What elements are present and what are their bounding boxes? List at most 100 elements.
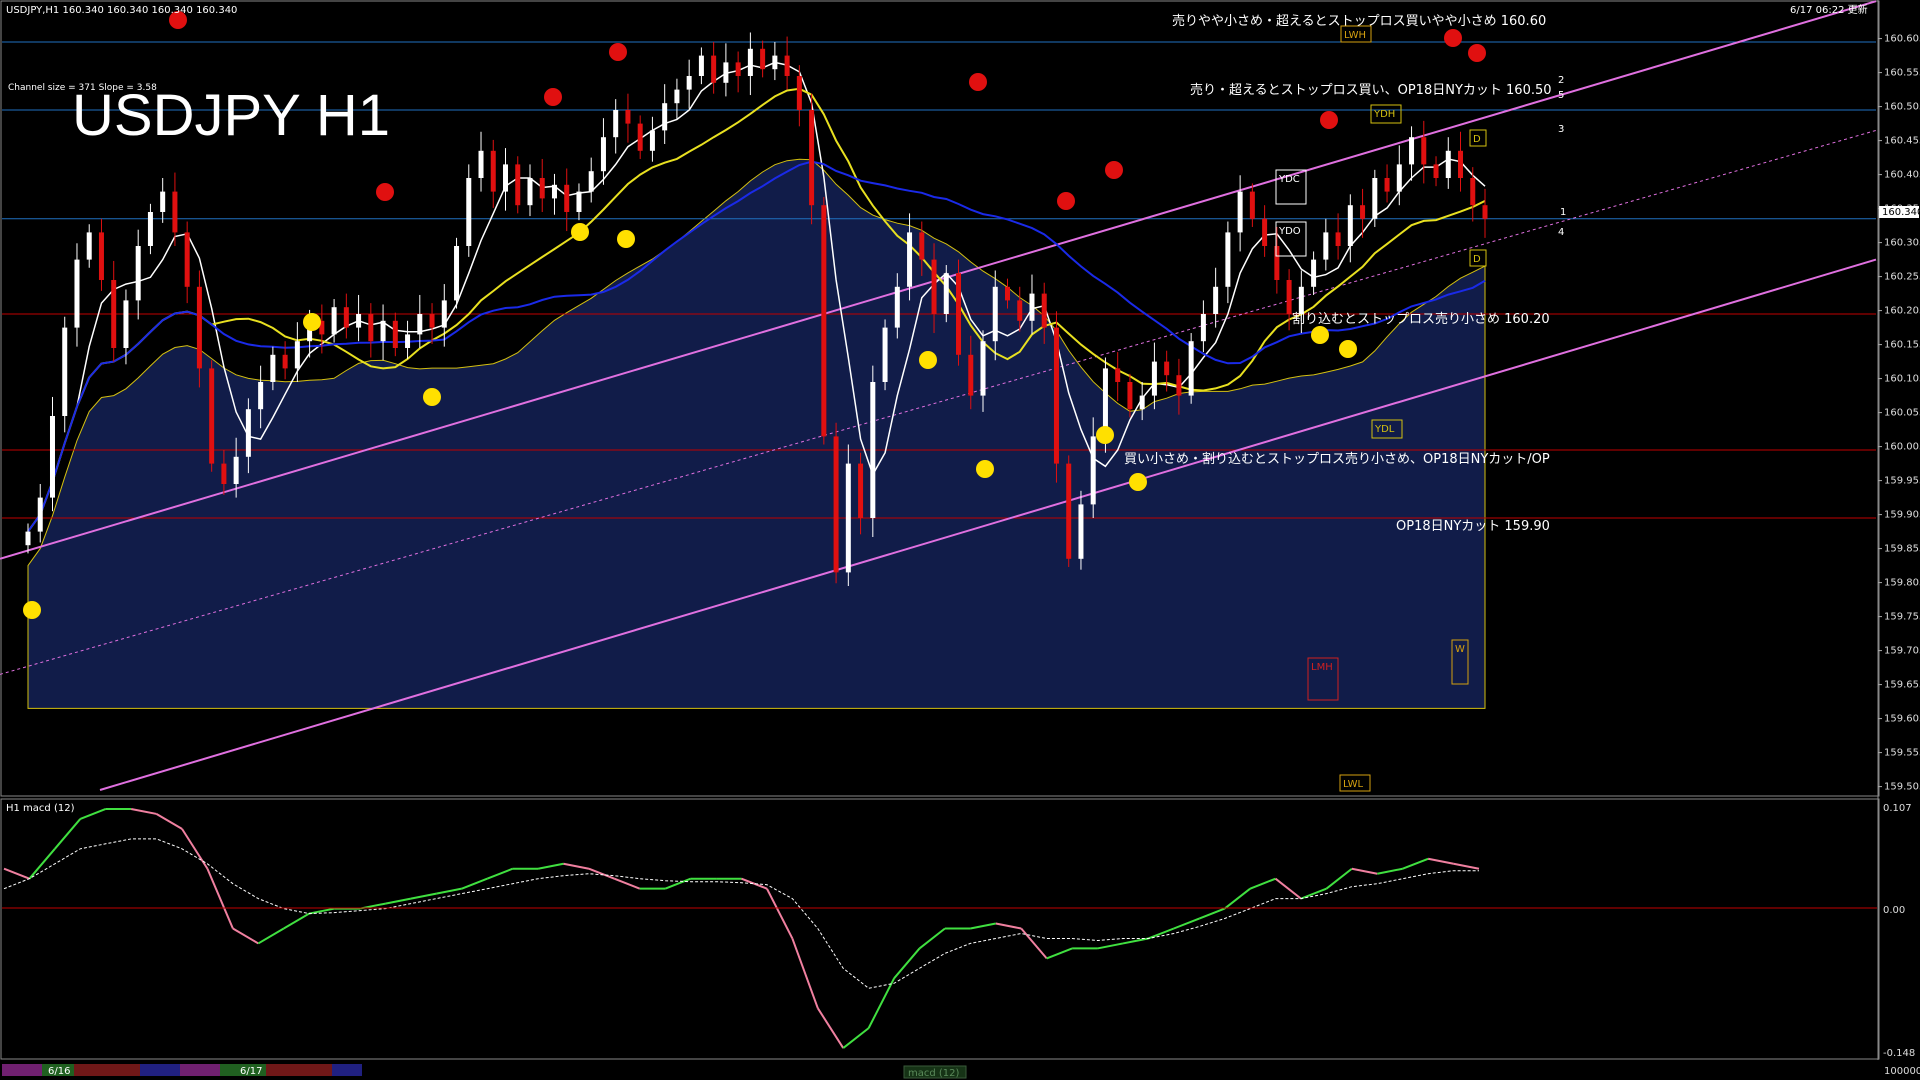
channel-marker-5: 5 bbox=[1558, 90, 1564, 101]
level-box-label: LWL bbox=[1343, 779, 1364, 790]
candle-body bbox=[625, 110, 631, 124]
candle-body bbox=[833, 436, 839, 573]
time-seg bbox=[266, 1064, 332, 1076]
candle-body bbox=[539, 178, 545, 199]
candle-body bbox=[1127, 382, 1133, 410]
candle-body bbox=[1004, 286, 1010, 301]
candle-body bbox=[747, 48, 753, 76]
candle-body bbox=[1482, 205, 1488, 219]
candle-body bbox=[1090, 436, 1096, 505]
candle-body bbox=[1176, 375, 1182, 396]
candle-body bbox=[600, 137, 606, 172]
channel-marker-3: 3 bbox=[1558, 124, 1564, 135]
candle-body bbox=[649, 130, 655, 151]
macd-panel-label: H1 macd (12) bbox=[6, 803, 75, 814]
candle-body bbox=[1237, 191, 1243, 233]
candle-body bbox=[613, 110, 619, 138]
candle-body bbox=[503, 164, 509, 192]
candle-body bbox=[1274, 246, 1280, 280]
down-arrow-icon bbox=[1468, 44, 1486, 62]
candle-body bbox=[772, 55, 778, 70]
candle-body bbox=[86, 232, 92, 260]
candle-body bbox=[992, 286, 998, 342]
candle-body bbox=[1200, 314, 1206, 342]
up-arrow-icon bbox=[1339, 340, 1357, 358]
down-arrow-icon bbox=[969, 73, 987, 91]
up-arrow-icon bbox=[617, 230, 635, 248]
candle-body bbox=[796, 76, 802, 110]
down-arrow-icon bbox=[544, 88, 562, 106]
candle-body bbox=[1225, 232, 1231, 287]
candle-body bbox=[784, 55, 790, 76]
candle-body bbox=[1164, 361, 1170, 376]
up-arrow-icon bbox=[1311, 326, 1329, 344]
candle-body bbox=[441, 300, 447, 328]
candle-body bbox=[809, 110, 815, 206]
date-label-6-16: 6/16 bbox=[48, 1066, 70, 1077]
price-tick-label: 159.605 bbox=[1884, 714, 1920, 725]
candle-body bbox=[160, 191, 166, 212]
candle-body bbox=[343, 307, 349, 328]
level-box-label: D bbox=[1473, 254, 1481, 265]
candle-body bbox=[907, 232, 913, 287]
price-tick-label: 159.505 bbox=[1884, 782, 1920, 793]
channel-marker-2: 2 bbox=[1558, 75, 1564, 86]
macd-footer-label: macd (12) bbox=[908, 1068, 960, 1079]
candle-body bbox=[380, 320, 386, 342]
symbol-info: USDJPY,H1 160.340 160.340 160.340 160.34… bbox=[6, 5, 237, 16]
down-arrow-icon bbox=[376, 183, 394, 201]
candle-body bbox=[1041, 293, 1047, 328]
candle-body bbox=[1372, 178, 1378, 219]
candle-body bbox=[1029, 293, 1035, 321]
candle-body bbox=[588, 171, 594, 192]
level-box-label: LMH bbox=[1311, 662, 1333, 673]
candle-body bbox=[931, 259, 937, 314]
price-tick-label: 159.555 bbox=[1884, 748, 1920, 759]
time-seg bbox=[180, 1064, 220, 1076]
candle-body bbox=[258, 382, 264, 410]
price-tick-label: 159.855 bbox=[1884, 544, 1920, 555]
candle-body bbox=[1409, 137, 1415, 165]
candle-body bbox=[980, 341, 986, 396]
annotation-160-00: 買い小さめ・割り込むとストップロス売り小さめ、OP18日NYカット/OP bbox=[1124, 451, 1550, 467]
candle-body bbox=[331, 307, 337, 335]
candle-body bbox=[1139, 395, 1145, 410]
price-tick-label: 160.155 bbox=[1884, 340, 1920, 351]
up-arrow-icon bbox=[919, 351, 937, 369]
down-arrow-icon bbox=[609, 43, 627, 61]
candle-body bbox=[894, 286, 900, 328]
candle-body bbox=[1017, 300, 1023, 321]
price-tick-label: 160.555 bbox=[1884, 68, 1920, 79]
candle-body bbox=[454, 246, 460, 301]
candle-body bbox=[1360, 205, 1366, 219]
candle-body bbox=[196, 286, 202, 369]
up-arrow-icon bbox=[23, 601, 41, 619]
level-box-label: YDO bbox=[1278, 226, 1301, 237]
candle-body bbox=[1396, 164, 1402, 192]
candle-body bbox=[490, 150, 496, 192]
price-tick-label: 159.655 bbox=[1884, 680, 1920, 691]
candle-body bbox=[760, 48, 766, 70]
price-tick-label: 159.955 bbox=[1884, 476, 1920, 487]
up-arrow-icon bbox=[303, 313, 321, 331]
candle-body bbox=[405, 334, 411, 348]
datetime-label: 6/17 06:22 更新 bbox=[1790, 3, 1868, 16]
candle-body bbox=[172, 191, 178, 233]
date-label-6-17: 6/17 bbox=[240, 1066, 262, 1077]
candle-body bbox=[968, 354, 974, 396]
price-tick-label: 160.055 bbox=[1884, 408, 1920, 419]
candle-body bbox=[1249, 191, 1255, 219]
candle-body bbox=[49, 416, 55, 498]
candle-body bbox=[478, 150, 484, 178]
candle-body bbox=[698, 55, 704, 76]
candle-body bbox=[564, 184, 570, 212]
candle-body bbox=[735, 62, 741, 76]
candle-body bbox=[209, 368, 215, 464]
annotation-160-60: 売りやや小さめ・超えるとストップロス買いやや小さめ 160.60 bbox=[1172, 13, 1546, 29]
candle-body bbox=[723, 62, 729, 83]
candle-body bbox=[147, 212, 153, 246]
price-tick-label: 159.805 bbox=[1884, 578, 1920, 589]
candle-body bbox=[845, 463, 851, 573]
price-tick-label: 159.705 bbox=[1884, 646, 1920, 657]
up-arrow-icon bbox=[571, 223, 589, 241]
